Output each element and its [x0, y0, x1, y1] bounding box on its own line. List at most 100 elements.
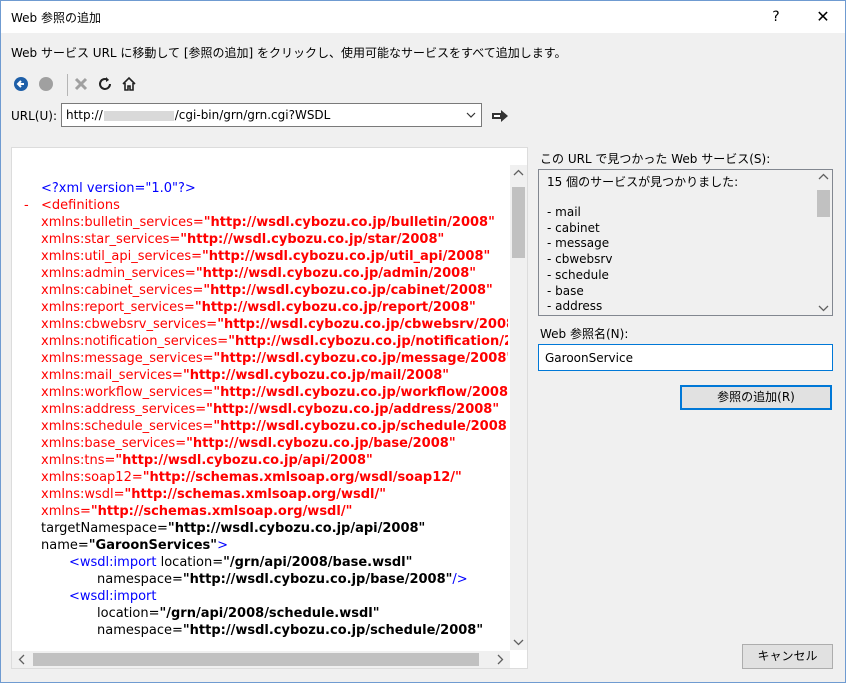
xml-token: xmlns:cbwebsrv_services=: [41, 317, 218, 332]
services-scrollbar[interactable]: [815, 170, 832, 315]
wsdl-xml-content: <?xml version="1.0"?> - <definitions xmlns:…: [12, 180, 508, 640]
xml-token: location=: [160, 555, 224, 570]
xml-token: xmlns:admin_services=: [41, 266, 196, 281]
xml-token: "http://schemas.xmlsoap.org/wsdl/": [90, 504, 353, 519]
wsdl-preview-pane[interactable]: <?xml version="1.0"?> - <definitions xmlns:…: [11, 147, 528, 669]
xml-token: name=: [41, 538, 89, 553]
chevron-up-icon[interactable]: [513, 169, 524, 176]
xml-line: xmlns:base_services="http://wsdl.cybozu.…: [41, 435, 456, 452]
collapse-marker[interactable]: -: [24, 197, 29, 214]
service-list-item: - cabinet: [547, 220, 600, 235]
xml-token: xmlns:base_services=: [41, 436, 187, 451]
xml-token: "/grn/api/2008/schedule.wsdl": [159, 606, 380, 621]
refresh-icon[interactable]: [95, 74, 115, 94]
xml-line: xmlns:util_api_services="http://wsdl.cyb…: [41, 248, 490, 265]
xml-line: xmlns:tns="http://wsdl.cybozu.co.jp/api/…: [41, 452, 373, 469]
xml-token: <wsdl:import: [69, 589, 157, 604]
cancel-button[interactable]: キャンセル: [742, 644, 833, 669]
xml-token: "http://wsdl.cybozu.co.jp/report/2008": [194, 300, 476, 315]
xml-token: "http://wsdl.cybozu.co.jp/admin/2008": [195, 266, 477, 281]
instructions-text: Web サービス URL に移動して [参照の追加] をクリックし、使用可能なサ…: [11, 46, 567, 60]
xml-token: xmlns:notification_services=: [41, 334, 229, 349]
services-count-header: 15 個のサービスが見つかりました:: [547, 175, 739, 189]
found-services-label: この URL で見つかった Web サービス(S):: [540, 152, 771, 166]
xml-token: xmlns:schedule_services=: [41, 419, 214, 434]
xml-line: targetNamespace="http://wsdl.cybozu.co.j…: [41, 520, 425, 537]
xml-token: location=: [97, 606, 160, 621]
service-list-item: - cbwebsrv: [547, 252, 613, 267]
xml-line: xmlns:soap12="http://schemas.xmlsoap.org…: [41, 469, 462, 486]
services-scroll-thumb[interactable]: [817, 190, 830, 217]
xml-line: <?xml version="1.0"?>: [41, 180, 196, 197]
vertical-scroll-thumb[interactable]: [512, 187, 525, 258]
horizontal-scroll-thumb[interactable]: [33, 653, 479, 666]
xml-token: "http://schemas.xmlsoap.org/wsdl/": [124, 487, 386, 502]
xml-token: "http://wsdl.cybozu.co.jp/util_api/2008": [201, 249, 491, 264]
xml-line: xmlns:address_services="http://wsdl.cybo…: [41, 401, 499, 418]
xml-token: "http://wsdl.cybozu.co.jp/message/2008": [213, 351, 508, 366]
xml-line: <wsdl:import: [69, 588, 156, 605]
chevron-right-icon[interactable]: [497, 654, 504, 665]
xml-line: xmlns:message_services="http://wsdl.cybo…: [41, 350, 508, 367]
xml-token: <definitions: [41, 198, 120, 213]
xml-token: <?xml version="1.0"?>: [41, 181, 196, 196]
xml-token: namespace=: [97, 572, 183, 587]
xml-token: "http://wsdl.cybozu.co.jp/address/2008": [206, 402, 500, 417]
stop-icon[interactable]: [71, 74, 91, 94]
xml-token: "http://wsdl.cybozu.co.jp/api/2008": [115, 453, 373, 468]
service-list-item: - mail: [547, 205, 581, 219]
chevron-down-icon[interactable]: [513, 639, 524, 646]
window-title: Web 参照の追加: [11, 11, 101, 25]
xml-token: targetNamespace=: [41, 521, 168, 536]
vertical-scrollbar[interactable]: [510, 165, 527, 650]
reference-name-input[interactable]: [538, 344, 833, 371]
xml-token: "http://wsdl.cybozu.co.jp/star/2008": [180, 232, 445, 247]
url-combobox[interactable]: http:///cgi-bin/grn/grn.cgi?WSDL: [61, 103, 482, 127]
add-reference-button[interactable]: 参照の追加(R): [680, 385, 832, 410]
xml-token: "http://schemas.xmlsoap.org/wsdl/soap12/…: [142, 470, 462, 485]
xml-token: "http://wsdl.cybozu.co.jp/notification/2…: [228, 334, 508, 349]
xml-line: xmlns:notification_services="http://wsdl…: [41, 333, 508, 350]
xml-token: "http://wsdl.cybozu.co.jp/bulletin/2008": [203, 215, 495, 230]
xml-token: xmlns:tns=: [41, 453, 116, 468]
chevron-up-icon[interactable]: [818, 173, 829, 180]
xml-token: "http://wsdl.cybozu.co.jp/schedule/2008": [182, 623, 484, 638]
xml-line: xmlns:workflow_services="http://wsdl.cyb…: [41, 384, 508, 401]
service-list-item: - address: [547, 299, 603, 314]
xml-line: namespace="http://wsdl.cybozu.co.jp/base…: [97, 571, 468, 588]
xml-line: xmlns:bulletin_services="http://wsdl.cyb…: [41, 214, 495, 231]
xml-line: xmlns:cabinet_services="http://wsdl.cybo…: [41, 282, 493, 299]
xml-line: name="GaroonServices">: [41, 537, 228, 554]
chevron-left-icon[interactable]: [18, 654, 25, 665]
xml-token: "http://wsdl.cybozu.co.jp/api/2008": [167, 521, 426, 536]
found-services-list[interactable]: 15 個のサービスが見つかりました: - mail - cabinet - messa…: [538, 169, 833, 316]
url-value[interactable]: http:///cgi-bin/grn/grn.cgi?WSDL: [66, 108, 330, 122]
service-list-item: - schedule: [547, 267, 609, 282]
chevron-down-icon[interactable]: [818, 305, 829, 312]
url-label: URL(U):: [11, 109, 57, 123]
help-button[interactable]: ?: [764, 4, 788, 30]
title-bar: Web 参照の追加 ? ✕: [1, 1, 845, 33]
service-list-item: - base: [547, 283, 584, 298]
xml-token: "http://wsdl.cybozu.co.jp/cabinet/2008": [203, 283, 493, 298]
xml-token: "http://wsdl.cybozu.co.jp/base/2008": [182, 572, 453, 587]
add-web-reference-dialog: Web 参照の追加 ? ✕ Web サービス URL に移動して [参照の追加]…: [0, 0, 846, 683]
go-arrow-icon[interactable]: [491, 109, 511, 125]
xml-token: "/grn/api/2008/base.wsdl": [223, 555, 413, 570]
xml-line: xmlns:cbwebsrv_services="http://wsdl.cyb…: [41, 316, 508, 333]
horizontal-scrollbar[interactable]: [12, 651, 510, 668]
home-icon[interactable]: [119, 74, 139, 94]
xml-token: xmlns:wsdl=: [41, 487, 125, 502]
xml-token: xmlns:address_services=: [41, 402, 207, 417]
close-button[interactable]: ✕: [810, 4, 836, 30]
xml-token: xmlns:util_api_services=: [41, 249, 202, 264]
xml-line: xmlns:report_services="http://wsdl.cyboz…: [41, 299, 476, 316]
chevron-down-icon[interactable]: [464, 107, 478, 123]
xml-token: />: [452, 572, 468, 587]
forward-icon[interactable]: [36, 74, 56, 94]
back-icon[interactable]: [11, 74, 31, 94]
xml-line: xmlns:wsdl="http://schemas.xmlsoap.org/w…: [41, 486, 386, 503]
xml-line: xmlns="http://schemas.xmlsoap.org/wsdl/": [41, 503, 352, 520]
xml-line: xmlns:schedule_services="http://wsdl.cyb…: [41, 418, 508, 435]
xml-line: namespace="http://wsdl.cybozu.co.jp/sche…: [97, 622, 483, 639]
